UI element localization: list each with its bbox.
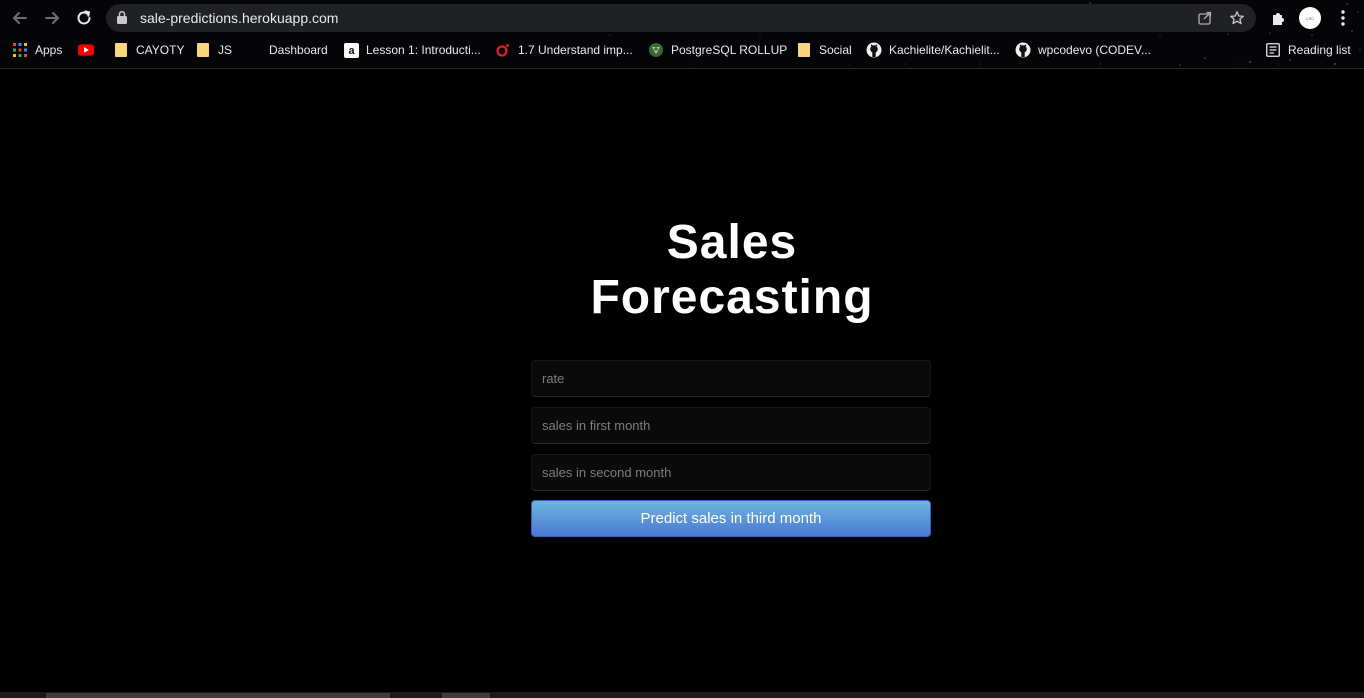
reload-button[interactable]	[72, 6, 96, 30]
address-bar[interactable]: sale-predictions.herokuapp.com	[106, 4, 1256, 32]
postgres-icon	[648, 42, 664, 58]
bookmark-label: Apps	[35, 43, 63, 57]
bookmark-lesson-1[interactable]: a Lesson 1: Introducti...	[343, 40, 481, 60]
puzzle-icon	[1272, 12, 1284, 25]
svg-text:a: a	[348, 45, 355, 57]
forward-button[interactable]	[40, 6, 64, 30]
bookmark-cayoty[interactable]: CAYOTY	[113, 40, 184, 60]
bookmark-label: PostgreSQL ROLLUP	[671, 43, 788, 57]
bookmark-label: Dashboard	[269, 43, 328, 57]
extensions-button[interactable]	[1266, 6, 1290, 30]
bookmark-label: CAYOTY	[136, 43, 185, 57]
oracle-icon	[495, 42, 511, 58]
page-content: Sales Forecasting Predict sales in third…	[0, 69, 1364, 692]
horizontal-scrollbar[interactable]	[0, 692, 1364, 698]
scrollbar-thumb[interactable]	[46, 693, 390, 698]
bookmark-label: Social	[819, 43, 852, 57]
apps-grid-icon	[12, 42, 28, 58]
amazon-icon: a	[343, 42, 359, 58]
second-month-sales-input[interactable]	[531, 454, 931, 491]
browser-toolbar: sale-predictions.herokuapp.com CSC	[0, 0, 1364, 36]
profile-avatar[interactable]: CSC	[1299, 7, 1321, 29]
rate-input[interactable]	[531, 360, 931, 397]
github-icon	[866, 42, 882, 58]
predict-button[interactable]: Predict sales in third month	[531, 500, 931, 537]
bookmarks-bar: Apps CAYOTY JS Dashboard a Lesson 1: Int…	[0, 38, 1364, 62]
bookmark-youtube[interactable]	[78, 40, 94, 60]
share-icon[interactable]	[1196, 9, 1214, 27]
back-arrow-icon	[13, 12, 27, 24]
page-title: Sales Forecasting	[590, 216, 874, 324]
bookmark-dashboard[interactable]: Dashboard	[246, 40, 328, 60]
folder-icon	[195, 42, 211, 58]
bookmark-label: 1.7 Understand imp...	[518, 43, 633, 57]
bookmark-wpcodevo[interactable]: wpcodevo (CODEV...	[1015, 40, 1151, 60]
bookmark-js[interactable]: JS	[195, 40, 232, 60]
bookmark-label: JS	[218, 43, 233, 57]
kebab-menu-icon	[1341, 10, 1345, 26]
reading-list-icon	[1265, 42, 1281, 58]
youtube-icon	[78, 42, 94, 58]
bookmark-postgresql-rollup[interactable]: PostgreSQL ROLLUP	[648, 40, 787, 60]
reading-list-button[interactable]: Reading list	[1265, 40, 1351, 60]
reload-icon	[77, 10, 91, 25]
bookmark-label: Lesson 1: Introducti...	[366, 43, 481, 57]
github-icon	[1015, 42, 1031, 58]
avatar-text: CSC	[1305, 15, 1315, 21]
menu-button[interactable]	[1331, 6, 1355, 30]
bookmark-social[interactable]: Social	[796, 40, 852, 60]
bookmark-understand-imp[interactable]: 1.7 Understand imp...	[495, 40, 633, 60]
back-button[interactable]	[8, 6, 32, 30]
bookmark-star-icon[interactable]	[1228, 9, 1246, 27]
bookmark-label: Kachielite/Kachielit...	[889, 43, 1000, 57]
scrollbar-thumb[interactable]	[442, 693, 490, 698]
bookmark-label: Reading list	[1288, 43, 1351, 57]
first-month-sales-input[interactable]	[531, 407, 931, 444]
bookmark-label: wpcodevo (CODEV...	[1038, 43, 1151, 57]
forward-arrow-icon	[45, 12, 59, 24]
bookmark-kachielite[interactable]: Kachielite/Kachielit...	[866, 40, 1000, 60]
url-text: sale-predictions.herokuapp.com	[140, 10, 339, 26]
bookmark-apps[interactable]: Apps	[12, 40, 62, 60]
folder-icon	[113, 42, 129, 58]
folder-icon	[796, 42, 812, 58]
blank-page-icon	[246, 42, 262, 58]
lock-icon	[117, 10, 127, 24]
browser-chrome: sale-predictions.herokuapp.com CSC Apps …	[0, 0, 1364, 69]
